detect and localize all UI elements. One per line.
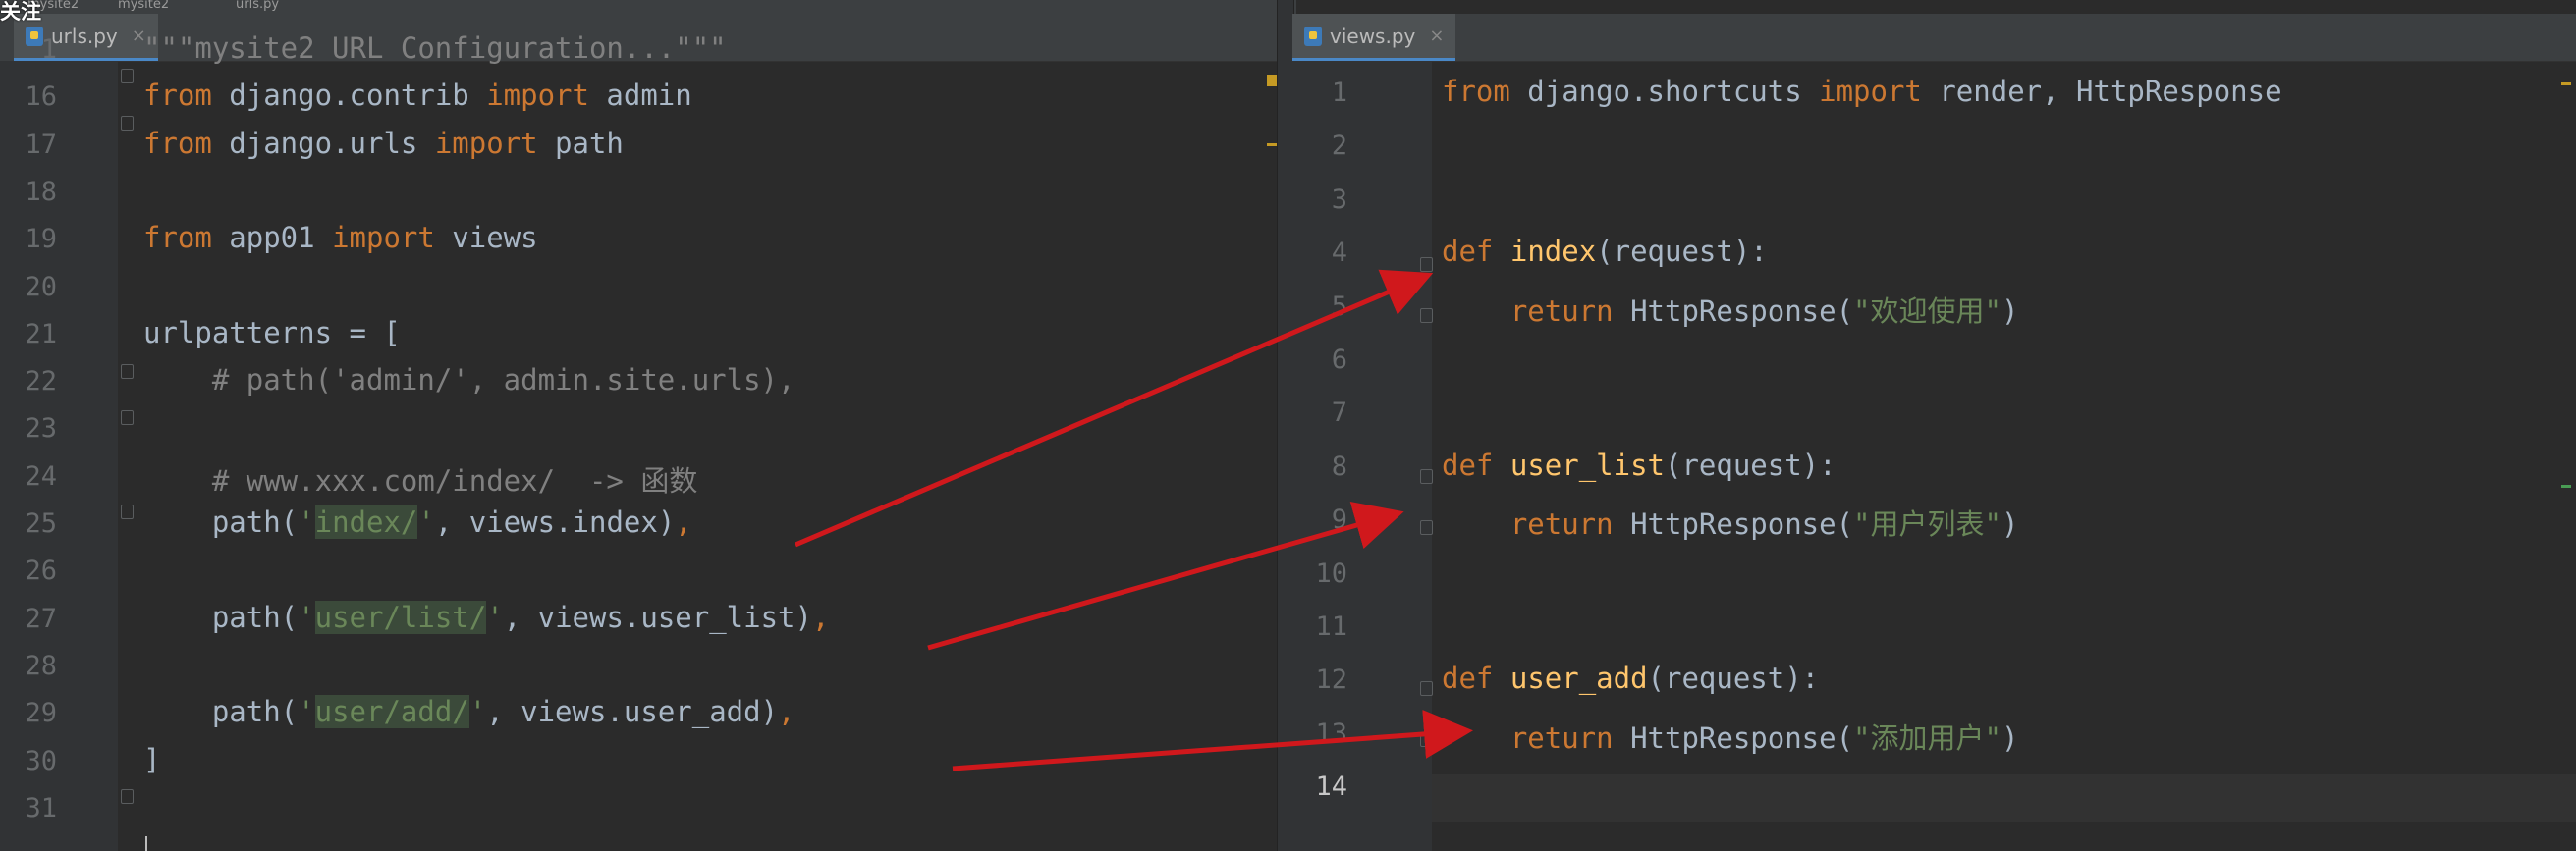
views-tab-bar: views.py × (1292, 14, 2576, 62)
fold-marker-icon[interactable] (121, 410, 134, 425)
code-line[interactable]: return HttpResponse("用户列表") (1442, 502, 2019, 543)
fold-marker-icon[interactable] (1420, 732, 1433, 747)
fold-marker-icon[interactable] (121, 789, 134, 804)
code-line[interactable]: path('user/list/', views.user_list), (143, 600, 829, 634)
code-line[interactable]: urlpatterns = [ (143, 316, 401, 349)
code-line[interactable]: # path('admin/', admin.site.urls), (143, 363, 795, 397)
code-line[interactable]: # www.xxx.com/index/ -> 函数 (143, 458, 698, 500)
fold-marker-icon[interactable] (121, 116, 134, 131)
line-number[interactable]: 6 (1292, 345, 1347, 375)
breadcrumb-package[interactable]: mysite2 (118, 0, 169, 12)
code-line[interactable]: return HttpResponse("添加用户") (1442, 716, 2019, 757)
tab-views-label: views.py (1330, 24, 1416, 48)
line-number[interactable]: 4 (1292, 238, 1347, 268)
tab-views-py[interactable]: views.py × (1292, 14, 1456, 61)
breadcrumb: mysite2 mysite2 urls.py (0, 0, 1296, 14)
python-file-icon (1304, 26, 1322, 46)
code-line[interactable]: def user_add(request): (1442, 662, 1819, 695)
line-number[interactable]: 25 (0, 508, 57, 539)
fold-marker-icon[interactable] (121, 505, 134, 519)
code-line[interactable]: from django.shortcuts import render, Htt… (1442, 75, 2282, 108)
tab-urls-label: urls.py (51, 24, 118, 48)
current-line-highlight (1432, 774, 2576, 822)
warning-marker-icon[interactable] (1267, 75, 1277, 86)
fold-marker-icon[interactable] (1420, 681, 1433, 696)
fold-marker-icon[interactable] (1420, 520, 1433, 535)
line-number[interactable]: 19 (0, 224, 57, 254)
code-line[interactable]: from app01 import views (143, 221, 538, 254)
line-number[interactable]: 31 (0, 793, 57, 824)
fold-marker-icon[interactable] (121, 364, 134, 379)
fold-marker-icon[interactable] (1420, 308, 1433, 323)
line-number[interactable]: 24 (0, 461, 57, 492)
warning-stripe-icon[interactable] (1267, 143, 1277, 146)
line-number[interactable]: 21 (0, 319, 57, 349)
warning-stripe-icon[interactable] (2561, 82, 2571, 85)
line-number[interactable]: 1 (1292, 78, 1347, 108)
line-number[interactable]: 8 (1292, 452, 1347, 482)
line-number[interactable]: 3 (1292, 185, 1347, 215)
line-number[interactable]: 17 (0, 130, 57, 160)
line-number[interactable]: 26 (0, 556, 57, 586)
code-line[interactable]: ] (143, 743, 160, 776)
close-tab-icon[interactable]: × (1429, 26, 1444, 46)
code-line[interactable]: def user_list(request): (1442, 449, 1836, 482)
code-line[interactable]: from django.contrib import admin (143, 79, 692, 112)
change-stripe-icon[interactable] (2561, 485, 2571, 488)
line-number[interactable]: 10 (1292, 558, 1347, 589)
breadcrumb-file[interactable]: urls.py (236, 0, 279, 12)
line-number[interactable]: 14 (1292, 771, 1347, 802)
line-number[interactable]: 22 (0, 366, 57, 397)
line-number[interactable]: 12 (1292, 665, 1347, 695)
code-line[interactable]: """mysite2 URL Configuration...""" (143, 31, 727, 65)
code-line[interactable]: return HttpResponse("欢迎使用") (1442, 289, 2019, 330)
line-number[interactable]: 27 (0, 604, 57, 634)
line-number[interactable]: 30 (0, 746, 57, 776)
code-line[interactable]: path('user/add/', views.user_add), (143, 695, 795, 729)
line-number[interactable]: 11 (1292, 612, 1347, 642)
line-number[interactable]: 9 (1292, 505, 1347, 535)
line-number[interactable]: 13 (1292, 718, 1347, 749)
line-number[interactable]: 29 (0, 698, 57, 728)
fold-marker-icon[interactable] (1420, 469, 1433, 484)
line-number[interactable]: 23 (0, 413, 57, 444)
watermark-text: 关注 (0, 0, 41, 24)
line-number[interactable]: 28 (0, 651, 57, 681)
text-caret (145, 836, 147, 851)
line-number[interactable]: 18 (0, 177, 57, 207)
line-number[interactable]: 20 (0, 272, 57, 302)
line-number[interactable]: 2 (1292, 131, 1347, 161)
code-line[interactable]: path('index/', views.index), (143, 505, 692, 539)
line-number[interactable]: 16 (0, 81, 57, 112)
line-number[interactable]: 5 (1292, 292, 1347, 322)
code-line[interactable]: from django.urls import path (143, 127, 624, 160)
line-number[interactable]: 1 (0, 34, 57, 65)
fold-marker-icon[interactable] (121, 69, 134, 83)
line-number[interactable]: 7 (1292, 398, 1347, 428)
fold-marker-icon[interactable] (1420, 257, 1433, 272)
urls-editor-pane: urls.py × 1 """mysite2 URL Configuration.… (0, 14, 1277, 851)
views-editor-pane: views.py × 1 from django.shortcuts import… (1292, 14, 2576, 851)
code-line[interactable]: def index(request): (1442, 235, 1768, 268)
